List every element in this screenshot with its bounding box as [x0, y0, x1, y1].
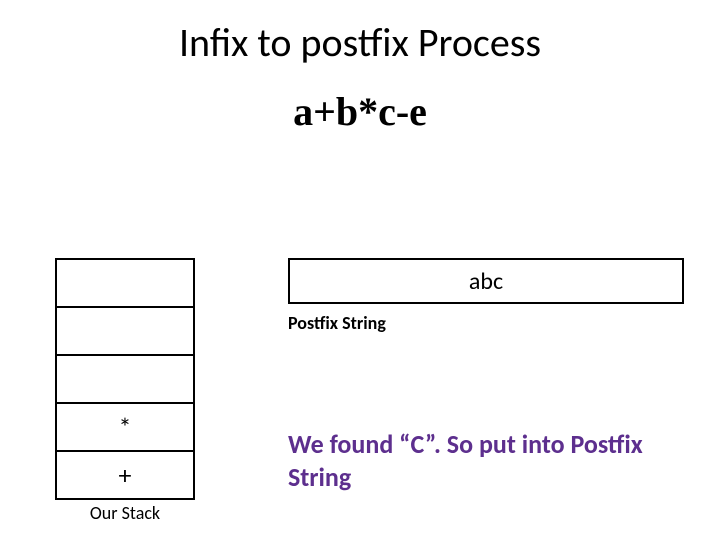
infix-expression: a+b*c-e [0, 88, 720, 135]
stack-cell: * [55, 404, 195, 452]
step-explanation: We found “C”. So put into Postfix String [288, 428, 688, 493]
postfix-output-value: abc [469, 267, 503, 296]
stack-cell [55, 258, 195, 308]
slide-title: Infix to postfix Process [0, 18, 720, 67]
postfix-output-label: Postfix String [288, 312, 386, 334]
stack-diagram: * + [55, 258, 195, 500]
stack-label: Our Stack [55, 502, 195, 524]
postfix-output-box: abc [288, 258, 684, 304]
stack-cell [55, 356, 195, 404]
stack-cell: + [55, 452, 195, 500]
stack-cell [55, 308, 195, 356]
